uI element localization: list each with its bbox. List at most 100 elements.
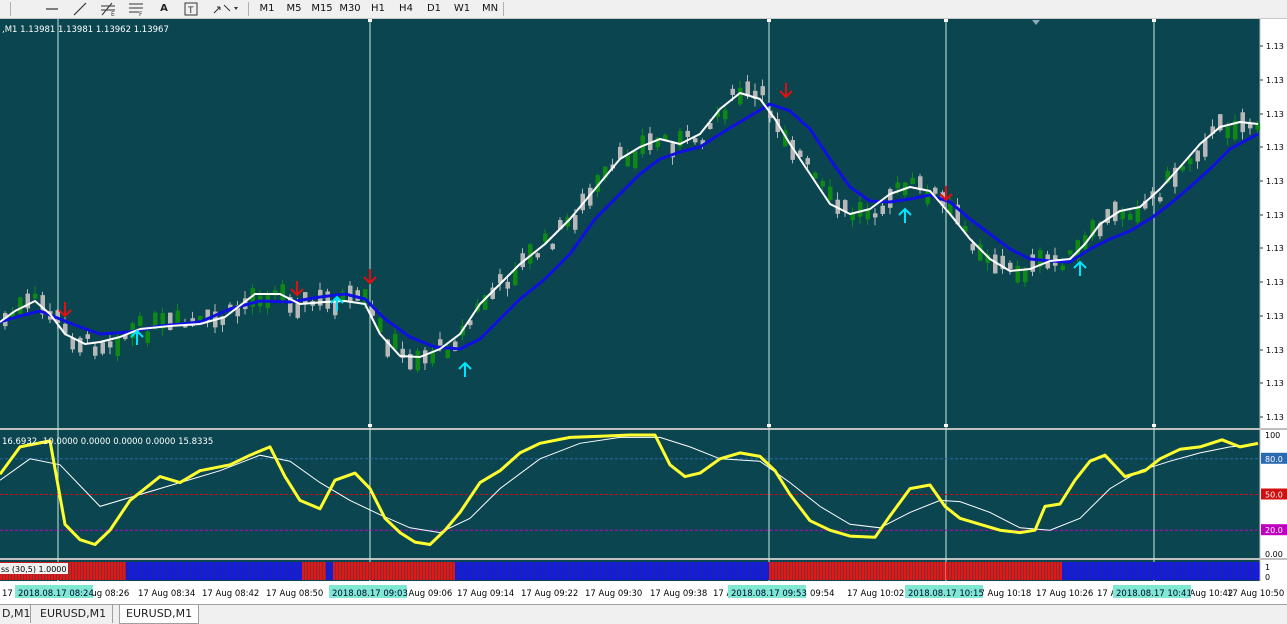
trend-bar (99, 562, 102, 580)
slow-moving-average (0, 102, 1259, 351)
trend-bar (728, 562, 731, 580)
trend-bar (880, 562, 883, 580)
line-icon[interactable] (42, 1, 62, 17)
candle-body (100, 342, 105, 354)
timeframe-button-mn[interactable]: MN (477, 1, 503, 17)
trend-bar (294, 562, 297, 580)
chart-tab-active[interactable]: EURUSD,M1 (119, 605, 200, 624)
oscillator-level-label: 20.0 (1265, 526, 1283, 535)
trend-bar (695, 562, 698, 580)
trend-bar (512, 562, 515, 580)
candle-body (175, 310, 180, 324)
period-marker (767, 19, 771, 22)
trend-bar (916, 562, 919, 580)
text-label-icon[interactable]: T (182, 1, 200, 17)
candle-body (138, 316, 143, 326)
trend-bar (587, 562, 590, 580)
trend-bar (677, 562, 680, 580)
chart-tab[interactable]: D,M1 (0, 605, 31, 623)
trend-bar (617, 562, 620, 580)
trend-bar (186, 562, 189, 580)
trend-bar (402, 562, 405, 580)
trend-bar (1185, 562, 1188, 580)
trend-bar (1110, 562, 1113, 580)
fibonacci-fan-icon[interactable]: F (126, 1, 146, 17)
trend-bar (805, 562, 808, 580)
crosshair-time-label: 2018.08.17 09:03 (332, 589, 408, 599)
trend-bar (847, 562, 850, 580)
trend-bar (506, 562, 509, 580)
arrows-icon[interactable] (210, 1, 240, 17)
trend-bar (889, 562, 892, 580)
trend-bar (426, 562, 429, 580)
trend-bar (246, 562, 249, 580)
trend-bar (1131, 562, 1134, 580)
shift-marker (1032, 20, 1040, 25)
trend-bar (988, 562, 991, 580)
trend-bar (261, 562, 264, 580)
trend-bar (611, 562, 614, 580)
candle-body (895, 182, 900, 189)
trend-bar (351, 562, 354, 580)
timeframe-button-m1[interactable]: M1 (254, 1, 280, 17)
trend-bar (1021, 562, 1024, 580)
trend-bar (473, 562, 476, 580)
text-icon[interactable]: A (156, 1, 172, 17)
trendline-icon[interactable] (70, 1, 90, 17)
timeframe-button-h4[interactable]: H4 (393, 1, 419, 17)
timeframe-button-m5[interactable]: M5 (281, 1, 307, 17)
trend-bar (476, 562, 479, 580)
trend-bar (308, 562, 311, 580)
trend-bar (482, 562, 485, 580)
timeframe-button-m30[interactable]: M30 (337, 1, 363, 17)
trend-bar (108, 562, 111, 580)
trend-bar (683, 562, 686, 580)
timeframe-button-w1[interactable]: W1 (449, 1, 475, 17)
price-label: 1.13 (1266, 278, 1284, 287)
fibonacci-icon[interactable]: E (98, 1, 118, 17)
trend-bar (72, 562, 75, 580)
trend-bar (692, 562, 695, 580)
trend-strip-label: ss (30,5) 1.0000 (1, 565, 66, 574)
trend-bar (653, 562, 656, 580)
trend-bar (997, 562, 1000, 580)
trend-bar (1051, 562, 1054, 580)
oscillator-signal-line (0, 436, 1259, 534)
trend-bar (387, 562, 390, 580)
trend-bar (608, 562, 611, 580)
trend-bar (874, 562, 877, 580)
buy-arrow-icon (898, 207, 912, 223)
trend-bar (150, 562, 153, 580)
trend-bar (1173, 562, 1176, 580)
trend-bar (1179, 562, 1182, 580)
trend-bar (1227, 562, 1230, 580)
trend-bar (620, 562, 623, 580)
chart-window[interactable]: ,M1 1.13981 1.13981 1.13962 1.13967 1.13 1… (0, 19, 1287, 604)
trend-bar (919, 562, 922, 580)
trend-bar (680, 562, 683, 580)
trend-bar (623, 562, 626, 580)
trend-bar (877, 562, 880, 580)
trend-bar (447, 562, 450, 580)
trend-bar (548, 562, 551, 580)
timeframe-button-d1[interactable]: D1 (421, 1, 447, 17)
trend-bar (829, 562, 832, 580)
trend-bar (961, 562, 964, 580)
trend-bar (1012, 562, 1015, 580)
chart-tab[interactable]: EURUSD,M1 (34, 605, 114, 623)
trend-bar (159, 562, 162, 580)
trend-bar (168, 562, 171, 580)
trend-bar (494, 562, 497, 580)
trend-bar (841, 562, 844, 580)
candle-body (543, 233, 548, 242)
timeframe-button-m15[interactable]: M15 (309, 1, 335, 17)
trend-bar (856, 562, 859, 580)
trend-bar (207, 562, 210, 580)
time-label: 17 Aug 10:26 (1036, 589, 1093, 599)
timeframe-button-h1[interactable]: H1 (365, 1, 391, 17)
chart-canvas[interactable]: ,M1 1.13981 1.13981 1.13962 1.13967 1.13 1… (0, 19, 1287, 604)
candle-body (813, 172, 818, 179)
trend-bar (345, 562, 348, 580)
trend-bar (420, 562, 423, 580)
trend-bar (928, 562, 931, 580)
